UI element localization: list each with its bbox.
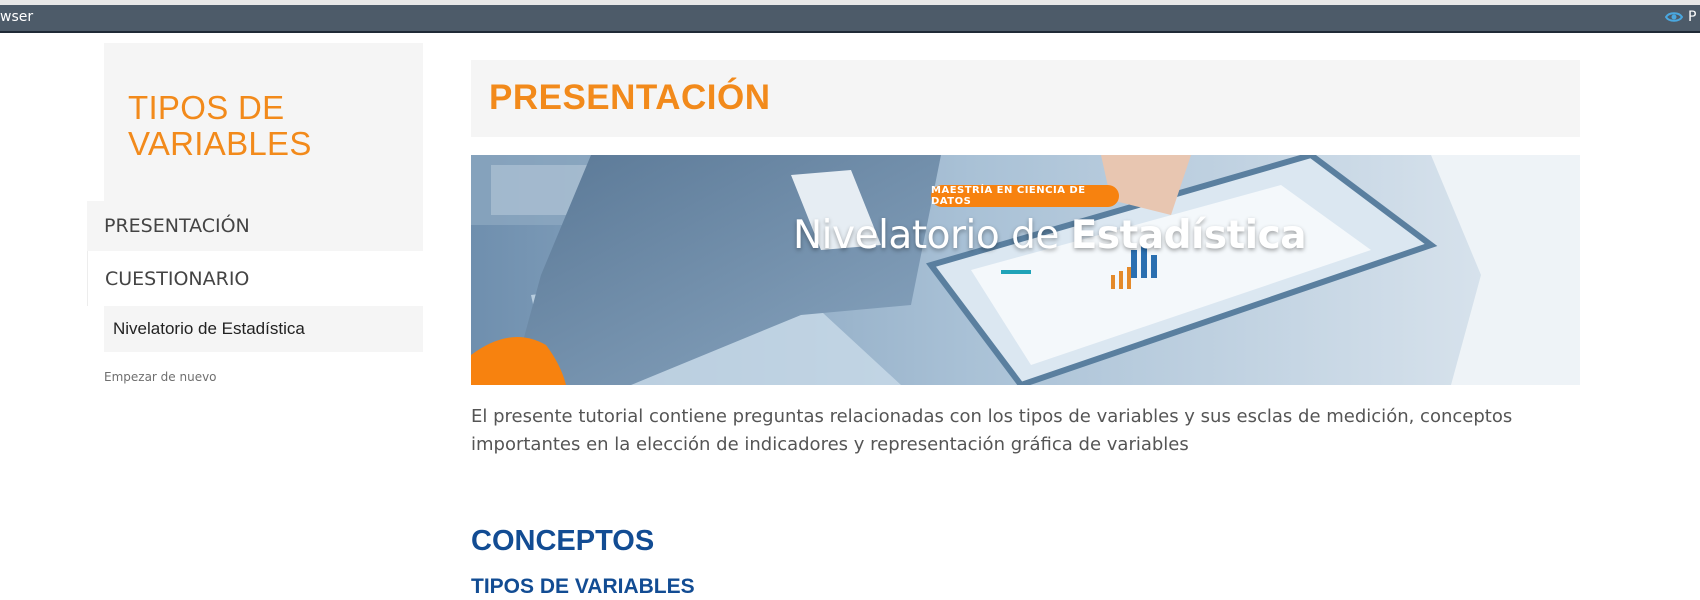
intro-paragraph: El presente tutorial contiene preguntas … xyxy=(471,406,1513,455)
subsection-heading: TIPOS DE VARIABLES xyxy=(471,575,695,598)
sidebar-item-presentacion[interactable]: PRESENTACIÓN xyxy=(87,201,423,251)
page-header: PRESENTACIÓN xyxy=(471,60,1580,137)
banner-title-regular: Nivelatorio de xyxy=(793,213,1071,258)
sidebar-item-label: CUESTIONARIO xyxy=(105,267,250,290)
presentation-toggle[interactable]: P xyxy=(1665,9,1696,25)
banner-title: Nivelatorio de Estadística xyxy=(793,213,1307,258)
page-title: PRESENTACIÓN xyxy=(489,78,771,117)
sidebar-item-label: PRESENTACIÓN xyxy=(104,215,250,237)
eye-icon xyxy=(1665,12,1683,22)
sidebar-subitem-label: Nivelatorio de Estadística xyxy=(113,319,305,338)
section-heading: CONCEPTOS xyxy=(471,525,655,557)
presentation-label: P xyxy=(1688,9,1697,25)
course-banner: MAESTRÍA EN CIENCIA DE DATOS Nivelatorio… xyxy=(471,155,1580,385)
banner-badge: MAESTRÍA EN CIENCIA DE DATOS xyxy=(931,185,1119,207)
sidebar-title-box: TIPOS DE VARIABLES xyxy=(104,43,423,201)
restart-link[interactable]: Empezar de nuevo xyxy=(104,370,217,384)
sidebar-item-cuestionario[interactable]: CUESTIONARIO xyxy=(87,251,423,306)
browser-bar: wser P xyxy=(0,5,1700,33)
sidebar-subitem-nivelatorio[interactable]: Nivelatorio de Estadística xyxy=(104,306,423,352)
banner-title-bold: Estadística xyxy=(1070,213,1307,258)
sidebar-title: TIPOS DE VARIABLES xyxy=(128,89,312,162)
browser-label: wser xyxy=(0,9,34,25)
